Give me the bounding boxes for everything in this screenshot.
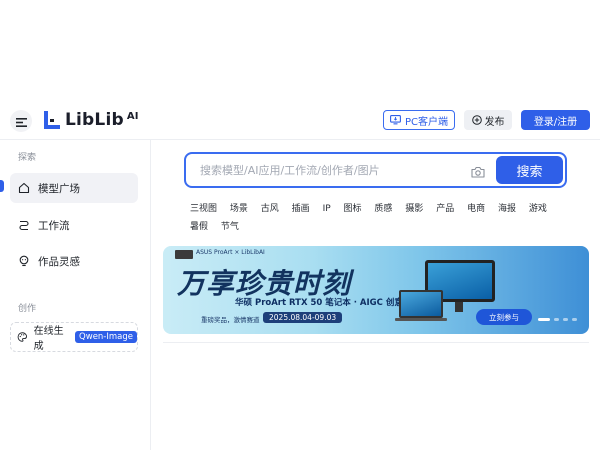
tag-item[interactable]: 古风 [261,200,279,218]
banner-dates: 2025.08.04-09.03 [263,312,343,323]
pc-client-button[interactable]: PC客户端 [383,110,455,130]
banner-subtitle: 重磅奖品，激情赛道 [201,316,260,324]
sidebar-item-online-generate[interactable]: 在线生成 Qwen-Image [10,322,138,352]
logo-suffix: AI [126,110,139,122]
menu-toggle-button[interactable] [10,110,32,132]
publish-button[interactable]: 发布 [464,110,512,130]
tag-item[interactable]: IP [323,200,331,218]
divider [163,342,589,343]
publish-label: 发布 [484,116,505,128]
tag-item[interactable]: 产品 [436,200,454,218]
tag-list: 三视图 场景 古风 插画 IP 图标 质感 摄影 产品 电商 海报 游戏 暑假 … [190,200,570,236]
sidebar-item-label: 工作流 [38,219,70,232]
sidebar-section-create: 创作 [18,304,37,314]
active-indicator [0,180,4,192]
monitor-stand [455,302,463,312]
house-icon [18,182,30,194]
sidebar-item-label: 作品灵感 [38,255,80,268]
sidebar-section-explore: 探索 [18,153,37,163]
online-generate-label: 在线生成 [33,326,64,352]
carousel-dots[interactable] [538,318,577,321]
tag-item[interactable]: 场景 [230,200,248,218]
carousel-dot[interactable] [572,318,577,321]
camera-icon[interactable] [471,163,485,182]
logo-text: LibLib [65,110,124,130]
tag-item[interactable]: 摄影 [405,200,423,218]
sidebar-item-model-square[interactable]: 模型广场 [10,173,138,203]
tag-item[interactable]: 三视图 [190,200,217,218]
tag-item[interactable]: 电商 [467,200,485,218]
login-register-button[interactable]: 登录/注册 [521,110,590,130]
tag-item[interactable]: 质感 [374,200,392,218]
carousel-dot[interactable] [538,318,550,321]
menu-icon [15,112,27,131]
qwen-image-badge: Qwen-Image [75,331,137,343]
sidebar-item-workflow[interactable]: 工作流 [10,210,138,240]
banner-brand: ASUS ProArt × LibLibAI [196,249,265,256]
carousel-dot[interactable] [554,318,559,321]
tag-item[interactable]: 插画 [292,200,310,218]
banner-join-button[interactable]: 立刻参与 [476,309,532,325]
plus-circle-icon [471,115,482,125]
tag-item[interactable]: 图标 [344,200,362,218]
promo-banner[interactable]: ASUS ProArt × LibLibAI 万享珍贵时刻 华硕 ProArt … [163,246,589,334]
search-input[interactable] [200,161,455,179]
tag-item[interactable]: 游戏 [529,200,547,218]
laptop-image [399,290,443,318]
carousel-dot[interactable] [563,318,568,321]
tag-item[interactable]: 暑假 [190,218,208,236]
logo-mark-icon [44,111,60,129]
lightbulb-icon [19,255,29,267]
monitor-icon [390,115,401,125]
laptop-base [395,318,447,321]
tag-item[interactable]: 海报 [498,200,516,218]
pc-client-label: PC客户端 [404,116,448,128]
sidebar-item-label: 模型广场 [38,182,80,195]
liblib-logo[interactable]: LibLib AI [42,108,139,132]
sidebar-item-inspiration[interactable]: 作品灵感 [10,246,138,276]
workflow-icon [19,220,29,231]
banner-title: 华硕 ProArt RTX 50 笔记本 · AIGC 创意大赛 [235,298,420,308]
brand-logo-icon [175,250,193,259]
tag-item[interactable]: 节气 [221,218,239,236]
search-button[interactable]: 搜索 [496,156,563,184]
search-bar: 搜索 [184,152,567,188]
palette-icon [17,332,28,342]
